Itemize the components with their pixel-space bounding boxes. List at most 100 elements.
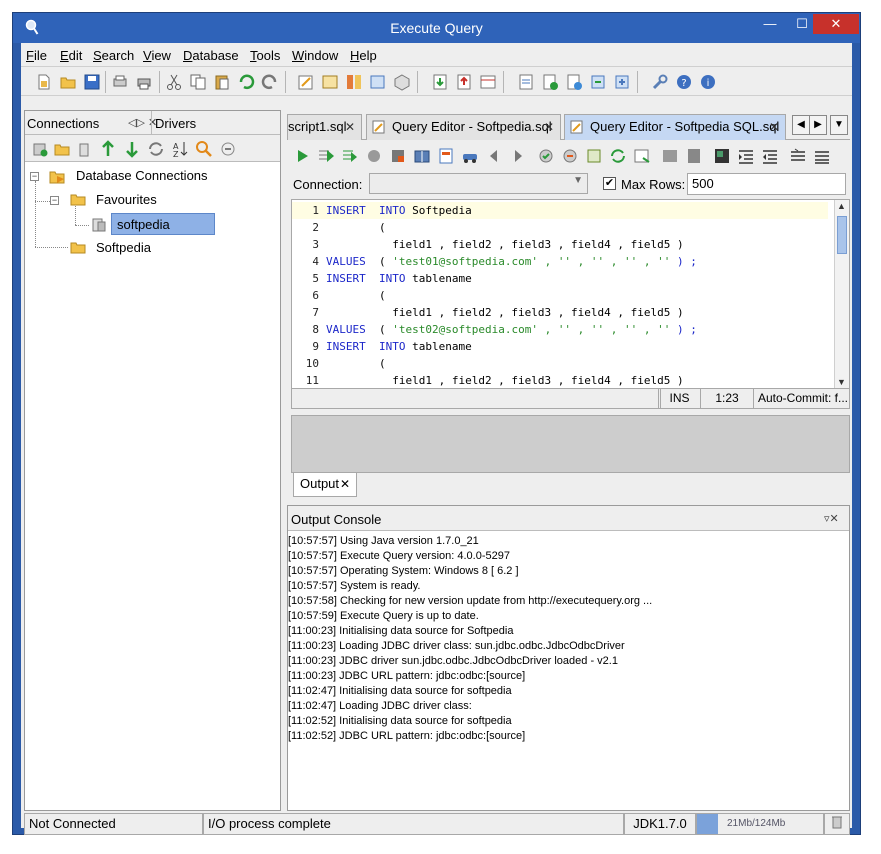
preferences-wrench-icon[interactable] [651, 73, 669, 91]
move-up-icon[interactable] [99, 140, 117, 158]
tab-close-icon[interactable]: ✕ [544, 115, 554, 139]
comment-icon[interactable] [789, 147, 807, 165]
sql-keywords-icon[interactable] [437, 147, 455, 165]
menu-view[interactable]: View [143, 48, 171, 63]
stop-icon[interactable] [365, 147, 383, 165]
uncomment-icon[interactable] [813, 147, 831, 165]
tree-node-softpedia-connection[interactable]: softpedia [111, 213, 215, 235]
tab-drivers[interactable]: Drivers [155, 116, 196, 131]
sql-history-icon[interactable] [517, 73, 535, 91]
output-tab-close-icon[interactable]: ✕ [340, 473, 350, 495]
scroll-up-icon[interactable]: ▲ [837, 201, 846, 211]
text-output-icon[interactable] [685, 147, 703, 165]
execute-selection-icon[interactable] [341, 147, 359, 165]
new-connection-icon[interactable] [31, 140, 49, 158]
tree-node-softpedia-folder[interactable]: Softpedia [96, 237, 151, 259]
tab-scroll-right-icon[interactable]: ▶ [809, 115, 827, 135]
favourites-folder-icon [70, 194, 86, 206]
menu-database[interactable]: Database [183, 48, 239, 63]
cut-icon[interactable] [165, 73, 183, 91]
tab-close-icon[interactable]: ✕ [769, 115, 779, 139]
undo-icon[interactable] [237, 73, 255, 91]
indent-icon[interactable] [737, 147, 755, 165]
tab-output[interactable]: Output ✕ [293, 473, 357, 497]
execute-at-cursor-icon[interactable] [317, 147, 335, 165]
minimize-button[interactable]: — [757, 14, 783, 34]
console-controls[interactable]: ▿✕ [824, 512, 839, 525]
erd-icon[interactable] [345, 73, 363, 91]
query-editor-icon[interactable] [297, 73, 315, 91]
history-icon[interactable] [633, 147, 651, 165]
menu-window[interactable]: Window [292, 48, 338, 63]
panel-controls[interactable]: ◁▷ ✕ [128, 116, 157, 129]
new-folder-icon[interactable] [53, 140, 71, 158]
editor-scrollbar[interactable]: ▲ ▼ [834, 200, 849, 388]
tab-script1[interactable]: script1.sql ✕ [287, 114, 362, 140]
tree-node-database-connections[interactable]: Database Connections [76, 165, 208, 187]
car-icon[interactable] [461, 147, 479, 165]
browser-icon[interactable] [321, 73, 339, 91]
table-grid-icon[interactable] [661, 147, 679, 165]
open-folder-icon[interactable] [59, 73, 77, 91]
scroll-down-icon[interactable]: ▼ [837, 377, 846, 387]
tab-list-dropdown-icon[interactable]: ▼ [830, 115, 848, 135]
tab-query-editor-softpedia-sql[interactable]: Query Editor - Softpedia SQL.sql ✕ [564, 114, 786, 140]
import-icon[interactable] [431, 73, 449, 91]
sql-editor[interactable]: 1 INSERT INTO Softpedia 2 (3 field1 , fiel… [291, 199, 850, 389]
collapse-icon[interactable] [219, 140, 237, 158]
scrollbar-thumb[interactable] [837, 216, 847, 254]
reload-icon[interactable] [147, 140, 165, 158]
sort-az-icon[interactable]: AZ [171, 140, 189, 158]
print-icon[interactable] [135, 73, 153, 91]
about-icon[interactable]: i [699, 73, 717, 91]
table-data-icon[interactable] [479, 73, 497, 91]
auto-commit-icon[interactable] [585, 147, 603, 165]
tab-scroll-left-icon[interactable]: ◀ [792, 115, 810, 135]
tree-node-favourites[interactable]: Favourites [96, 189, 157, 211]
tab-close-icon[interactable]: ✕ [345, 115, 355, 139]
connection-select[interactable]: ▼ [369, 173, 588, 194]
max-rows-checkbox[interactable]: ✔ [603, 177, 616, 190]
outdent-icon[interactable] [761, 147, 779, 165]
sync-icon[interactable] [589, 73, 607, 91]
transfer-icon[interactable] [613, 73, 631, 91]
title-bar[interactable]: Execute Query — ☐ ✕ [13, 13, 860, 43]
commit-icon[interactable] [537, 147, 555, 165]
menu-file[interactable]: File [26, 48, 47, 63]
paste-icon[interactable] [213, 73, 231, 91]
export-icon[interactable] [455, 73, 473, 91]
redo-icon[interactable] [261, 73, 279, 91]
tree-collapse-toggle[interactable]: − [30, 172, 39, 181]
tab-query-editor-softpedia[interactable]: Query Editor - Softpedia.sql ✕ [366, 114, 561, 140]
menu-tools[interactable]: Tools [250, 48, 280, 63]
maximize-button[interactable]: ☐ [789, 14, 815, 34]
copy-icon[interactable] [189, 73, 207, 91]
search-icon[interactable] [195, 140, 213, 158]
clear-output-icon[interactable] [389, 147, 407, 165]
help-icon[interactable]: ? [675, 73, 693, 91]
move-down-icon[interactable] [123, 140, 141, 158]
delete-connection-icon[interactable] [75, 140, 93, 158]
favourites-collapse-toggle[interactable]: − [50, 196, 59, 205]
toggle-output-icon[interactable] [713, 147, 731, 165]
previous-icon[interactable] [485, 147, 503, 165]
execute-icon[interactable] [293, 147, 311, 165]
close-button[interactable]: ✕ [813, 14, 859, 34]
menu-help[interactable]: Help [350, 48, 377, 63]
compare-icon[interactable] [369, 73, 387, 91]
print-preview-icon[interactable] [111, 73, 129, 91]
menu-search[interactable]: Search [93, 48, 134, 63]
book-icon[interactable] [413, 147, 431, 165]
refresh-icon[interactable] [609, 147, 627, 165]
add-document-icon[interactable] [541, 73, 559, 91]
new-file-icon[interactable] [35, 73, 53, 91]
document-check-icon[interactable] [565, 73, 583, 91]
garbage-collect-button[interactable] [824, 813, 850, 835]
menu-edit[interactable]: Edit [60, 48, 82, 63]
tab-connections[interactable]: Connections [27, 116, 99, 131]
save-icon[interactable] [83, 73, 101, 91]
package-icon[interactable] [393, 73, 411, 91]
rollback-icon[interactable] [561, 147, 579, 165]
max-rows-input[interactable]: 500 [687, 173, 846, 195]
next-icon[interactable] [509, 147, 527, 165]
